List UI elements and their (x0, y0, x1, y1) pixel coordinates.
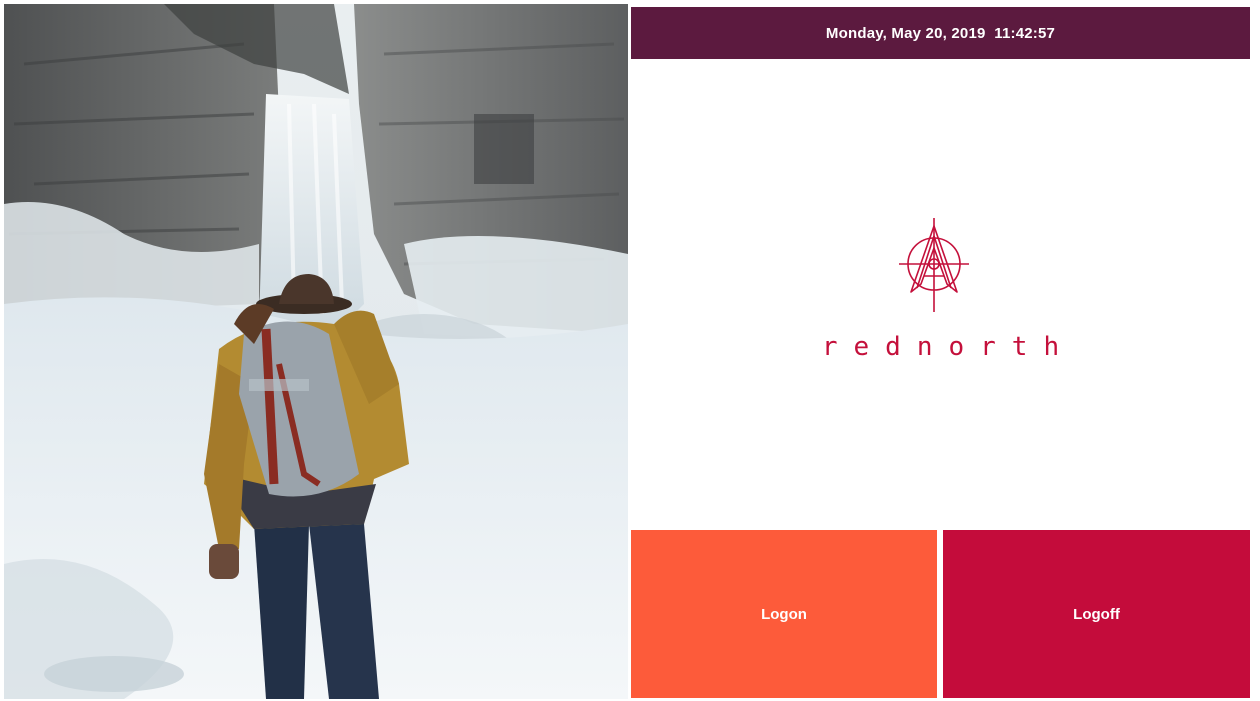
datetime-header: Monday, May 20, 2019 11:42:57 (631, 7, 1250, 59)
logoff-button[interactable]: Logoff (943, 530, 1250, 698)
rednorth-logo-icon (899, 218, 969, 312)
brand-logo: rednorth (631, 210, 1250, 370)
brand-name: rednorth (821, 332, 1076, 362)
background-photo (4, 4, 628, 699)
datetime-text: Monday, May 20, 2019 11:42:57 (825, 24, 1056, 42)
logoff-label: Logoff (1073, 605, 1120, 623)
logon-label: Logon (761, 605, 807, 623)
logon-button[interactable]: Logon (631, 530, 937, 698)
